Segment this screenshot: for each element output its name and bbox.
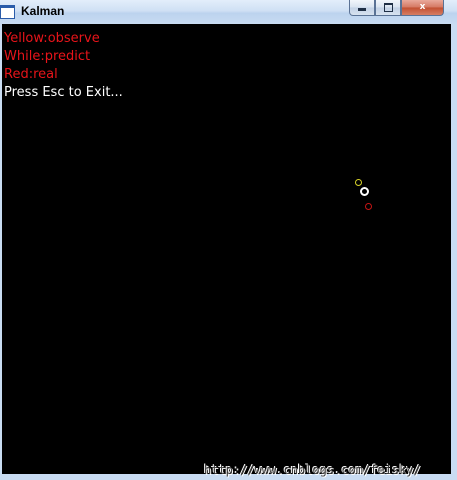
observed-position-marker [355,179,362,186]
window-title: Kalman [21,4,65,18]
exit-hint: Press Esc to Exit... [4,85,123,100]
kalman-window: Kalman x Yellow:observe While:predict Re… [0,0,457,480]
minimize-button[interactable] [349,0,375,16]
window-controls: x [349,0,444,16]
minimize-icon [358,8,366,11]
legend-real: Red:real [4,67,58,82]
kalman-canvas[interactable]: Yellow:observe While:predict Red:real Pr… [2,24,451,474]
watermark: http://www.cnblogs.com/feisky/ [204,463,421,477]
window-app-icon[interactable] [0,5,15,19]
legend-observe: Yellow:observe [4,31,100,46]
real-position-marker [365,203,372,210]
maximize-icon [383,3,393,12]
legend-predict: While:predict [4,49,91,64]
title-bar[interactable]: Kalman x [0,0,457,24]
predicted-position-marker [360,187,369,196]
maximize-button[interactable] [375,0,401,16]
close-icon: x [419,2,426,12]
window-right-border [451,24,457,480]
close-button[interactable]: x [401,0,444,16]
